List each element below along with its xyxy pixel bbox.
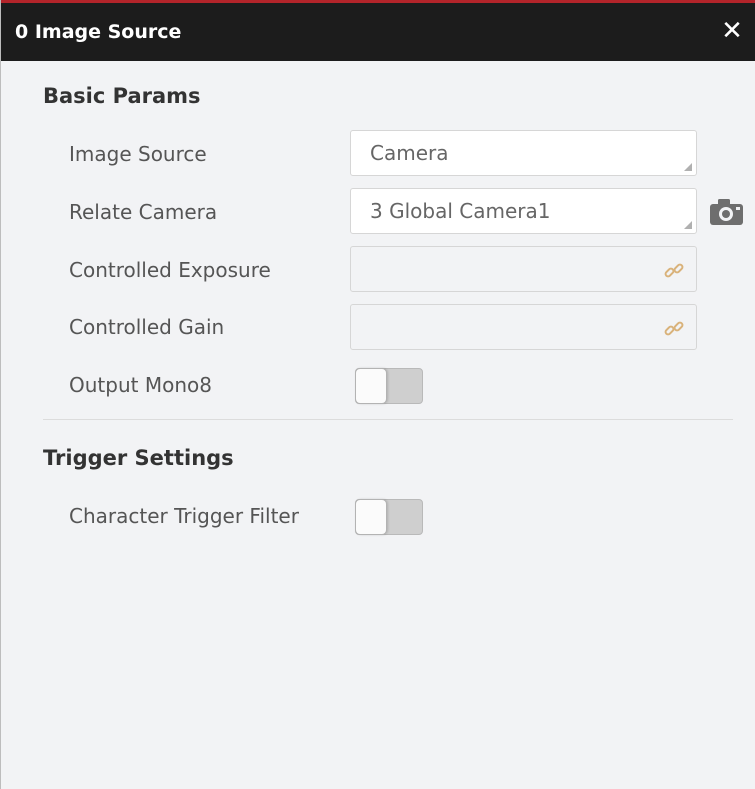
link-icon[interactable] [662, 317, 686, 341]
link-icon[interactable] [662, 259, 686, 283]
controlled-gain-label: Controlled Gain [69, 315, 225, 339]
dropdown-grip-icon [684, 221, 692, 229]
image-source-value: Camera [370, 141, 449, 165]
toggle-knob [355, 499, 387, 535]
controlled-gain-field[interactable] [350, 304, 697, 350]
section-divider [43, 419, 733, 420]
title-bar: 0 Image Source ✕ [1, 3, 755, 61]
image-source-label: Image Source [69, 142, 207, 166]
output-mono8-label: Output Mono8 [69, 373, 212, 397]
character-trigger-filter-label: Character Trigger Filter [69, 504, 299, 528]
character-trigger-filter-toggle[interactable] [355, 499, 423, 535]
close-icon[interactable]: ✕ [718, 17, 746, 45]
relate-camera-select[interactable]: 3 Global Camera1 [350, 188, 697, 234]
camera-icon[interactable] [709, 198, 745, 226]
image-source-panel: 0 Image Source ✕ Basic Params Image Sour… [0, 0, 755, 789]
dropdown-grip-icon [684, 163, 692, 171]
controlled-exposure-label: Controlled Exposure [69, 258, 271, 282]
image-source-select[interactable]: Camera [350, 130, 697, 176]
toggle-knob [355, 368, 387, 404]
controlled-exposure-field[interactable] [350, 246, 697, 292]
window-title: 0 Image Source [15, 21, 182, 43]
basic-params-heading: Basic Params [43, 84, 201, 108]
relate-camera-value: 3 Global Camera1 [370, 199, 551, 223]
trigger-settings-heading: Trigger Settings [43, 446, 234, 470]
relate-camera-label: Relate Camera [69, 200, 218, 224]
output-mono8-toggle[interactable] [355, 368, 423, 404]
